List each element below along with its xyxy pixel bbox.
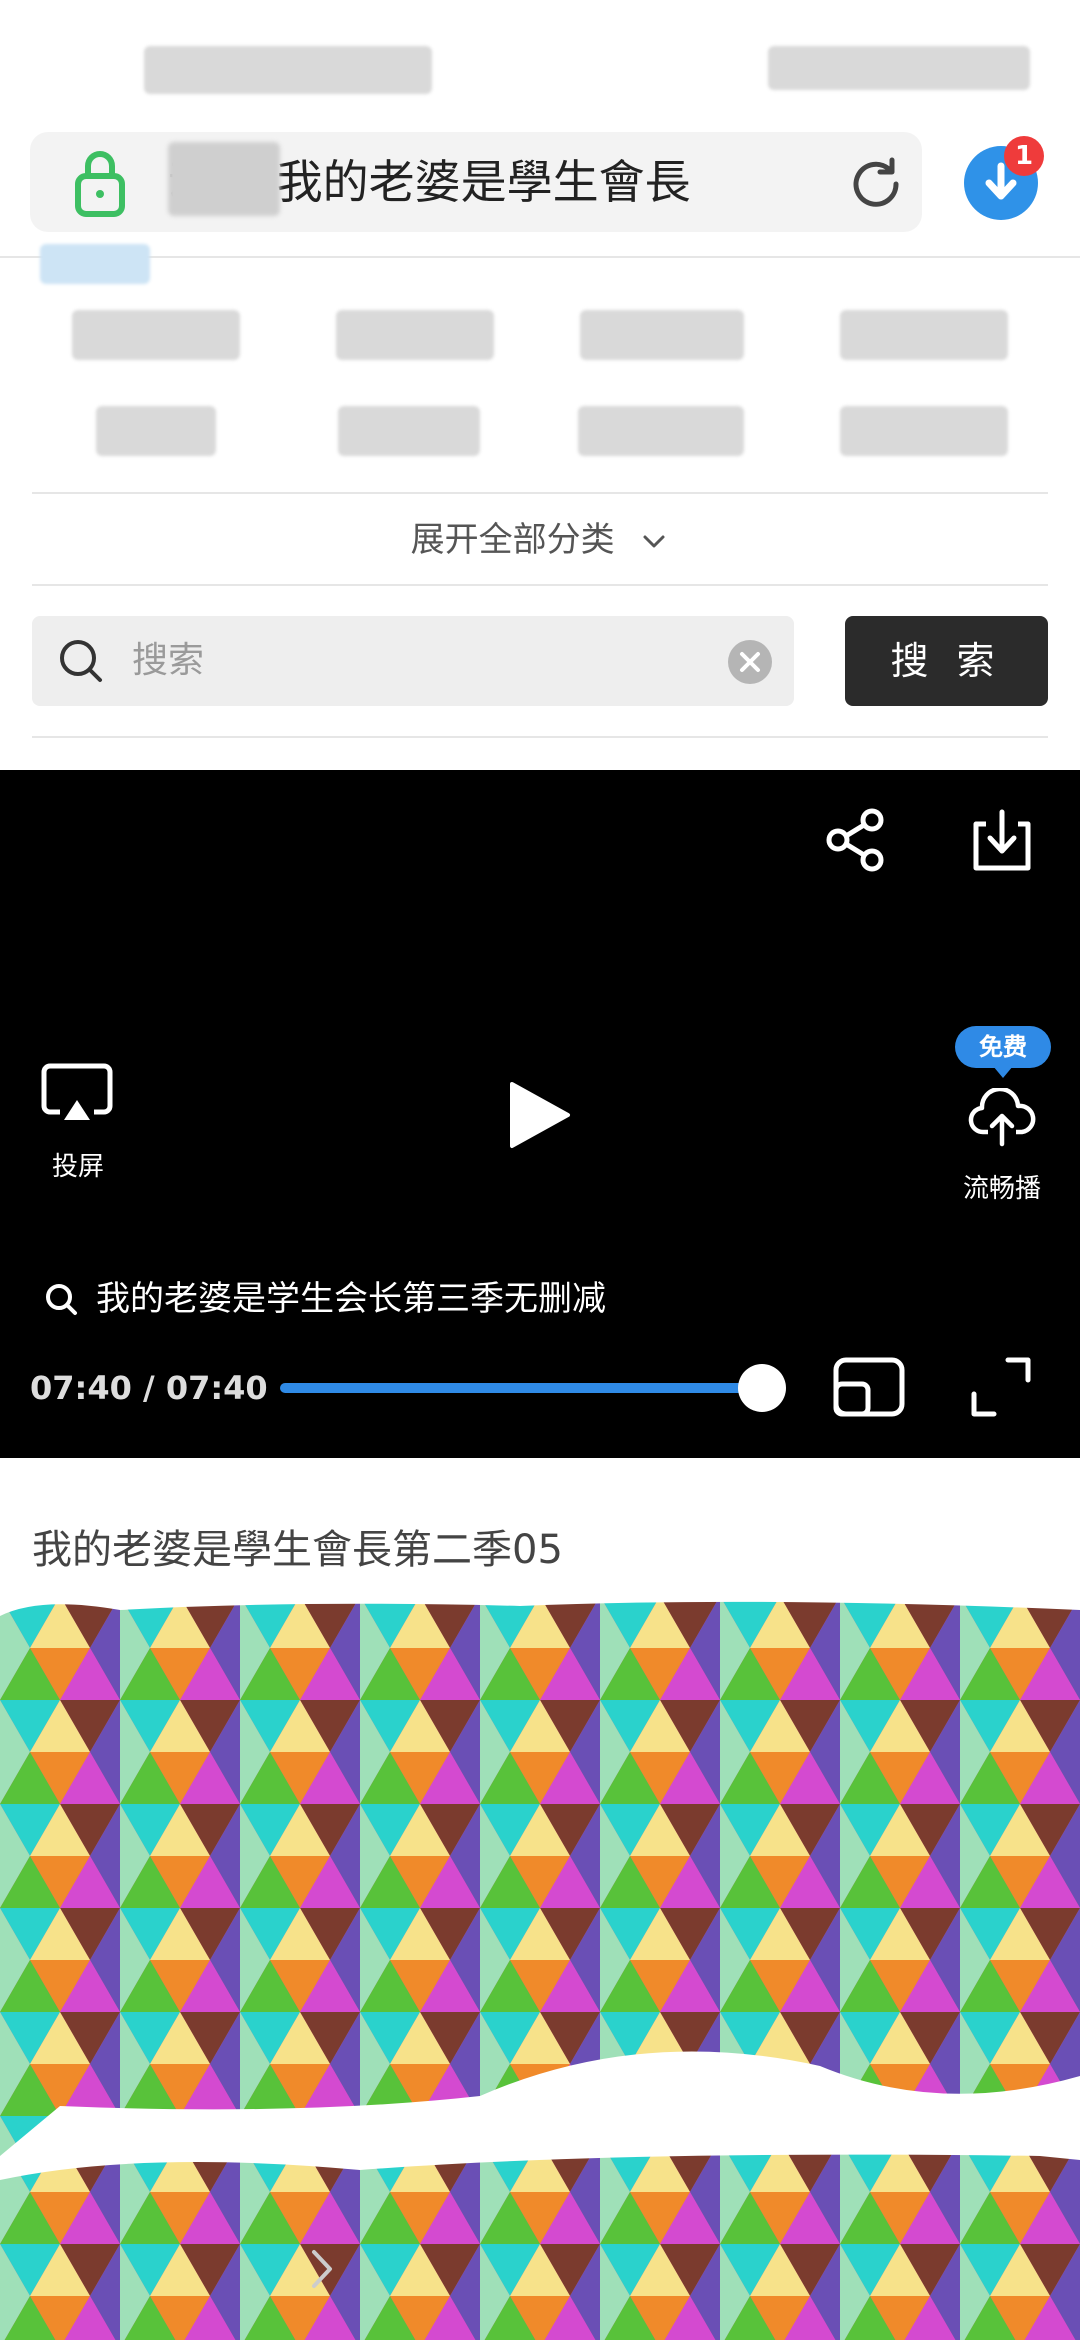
search-divider <box>32 736 1048 738</box>
header-divider <box>0 256 1080 258</box>
cast-icon[interactable] <box>38 1062 116 1128</box>
search-placeholder: 搜索 <box>132 640 205 681</box>
free-badge: 免费 <box>955 1026 1051 1068</box>
clear-search-icon[interactable] <box>726 638 774 686</box>
category-item[interactable] <box>338 406 480 456</box>
share-icon[interactable] <box>822 806 890 874</box>
smooth-play-label[interactable]: 流畅播 <box>944 1168 1060 1205</box>
category-item[interactable] <box>336 310 494 360</box>
category-item[interactable] <box>840 310 1008 360</box>
search-suggestion-icon <box>46 1284 77 1315</box>
download-video-icon[interactable] <box>966 806 1038 878</box>
category-item[interactable] <box>578 406 744 456</box>
expand-categories-label: 展开全部分类 <box>410 520 615 560</box>
lock-icon <box>75 151 125 217</box>
redacted-thumbnail[interactable] <box>0 2140 1080 2340</box>
refresh-icon[interactable] <box>846 154 906 214</box>
video-title: 我的老婆是學生會長第二季05 <box>32 1527 563 1573</box>
expand-divider <box>32 584 1048 586</box>
expand-categories-button[interactable]: 展开全部分类 <box>0 510 1080 570</box>
status-bar-right-redacted <box>768 46 1030 90</box>
playback-time: 07:40 / 07:40 <box>30 1369 268 1407</box>
url-redaction <box>168 142 280 216</box>
search-icon <box>60 640 102 682</box>
category-item[interactable] <box>840 406 1008 456</box>
progress-bar[interactable] <box>280 1383 762 1393</box>
cast-label: 投屏 <box>51 1152 104 1182</box>
cloud-upload-icon[interactable] <box>968 1088 1036 1148</box>
category-item[interactable] <box>72 310 240 360</box>
category-item[interactable] <box>580 310 744 360</box>
badge-pointer <box>993 1066 1013 1078</box>
progress-knob[interactable] <box>738 1364 786 1412</box>
site-logo-redacted <box>40 244 150 284</box>
picture-in-picture-icon[interactable] <box>830 1354 908 1420</box>
play-icon[interactable] <box>504 1080 574 1150</box>
category-item[interactable] <box>96 406 216 456</box>
fullscreen-icon[interactable] <box>968 1354 1034 1420</box>
download-count-badge: 1 <box>1004 136 1044 176</box>
search-suggestion[interactable]: 我的老婆是学生会长第三季无删减 <box>96 1274 606 1324</box>
chevron-right-icon[interactable] <box>306 2246 336 2292</box>
redacted-thumbnail[interactable] <box>0 1596 1080 2166</box>
category-divider <box>32 492 1048 494</box>
chevron-down-icon <box>643 535 665 547</box>
search-button[interactable]: 搜 索 <box>845 616 1048 706</box>
status-bar-left-redacted <box>144 46 432 94</box>
